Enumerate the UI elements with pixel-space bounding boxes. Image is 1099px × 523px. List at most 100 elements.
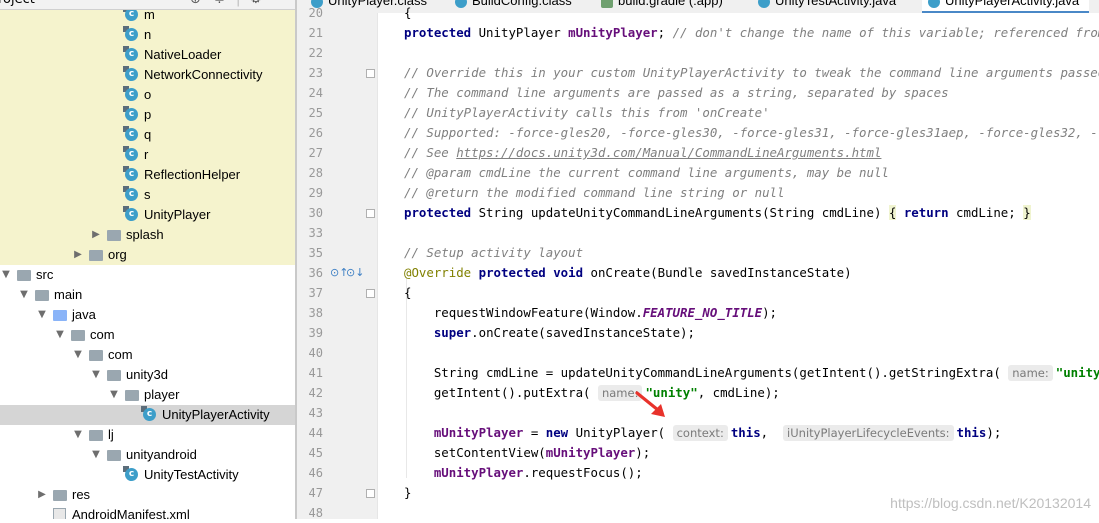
tree-item[interactable]: c UnityPlayer bbox=[0, 205, 296, 225]
tree-item-label: o bbox=[144, 87, 152, 102]
line-number: 37 bbox=[308, 286, 323, 300]
tree-item[interactable]: c UnityPlayerActivity bbox=[0, 405, 296, 425]
code-line[interactable]: // UnityPlayerActivity calls this from '… bbox=[404, 103, 770, 123]
class-icon: c bbox=[125, 168, 138, 181]
package-icon bbox=[107, 230, 121, 241]
tree-item[interactable]: ▼ unityandroid bbox=[0, 445, 296, 465]
code-line[interactable]: } bbox=[404, 483, 411, 503]
tree-item[interactable]: ▼ com bbox=[0, 345, 296, 365]
chevron-down-icon[interactable]: ▼ bbox=[19, 285, 29, 305]
code-line[interactable]: // @param cmdLine the current command li… bbox=[404, 163, 889, 183]
tree-item[interactable]: ▼ com bbox=[0, 325, 296, 345]
fold-marker-icon[interactable] bbox=[366, 69, 375, 78]
code-line[interactable]: { bbox=[404, 283, 411, 303]
tree-item[interactable]: ▼ java bbox=[0, 305, 296, 325]
line-number: 26 bbox=[308, 126, 323, 140]
code-line[interactable]: // @return the modified command line str… bbox=[404, 183, 784, 203]
tree-item-label: n bbox=[144, 27, 152, 42]
code-line[interactable]: String cmdLine = updateUnityCommandLineA… bbox=[404, 363, 1099, 383]
editor-tab-label: UnityTestActivity.java bbox=[775, 0, 897, 8]
tree-item[interactable]: ▼ unity3d bbox=[0, 365, 296, 385]
code-line[interactable]: // See https://docs.unity3d.com/Manual/C… bbox=[404, 143, 881, 163]
code-line[interactable]: setContentView(mUnityPlayer); bbox=[404, 443, 650, 463]
package-icon bbox=[89, 350, 103, 361]
fold-marker-icon[interactable] bbox=[366, 289, 375, 298]
chevron-down-icon[interactable]: ▼ bbox=[91, 445, 101, 465]
code-line[interactable]: { bbox=[404, 3, 411, 23]
tree-item[interactable]: c ReflectionHelper bbox=[0, 165, 296, 185]
class-icon: c bbox=[125, 28, 138, 41]
code-line[interactable]: protected String updateUnityCommandLineA… bbox=[404, 203, 1031, 223]
chevron-right-icon[interactable]: ▶ bbox=[91, 225, 101, 245]
chevron-right-icon[interactable]: ▶ bbox=[73, 245, 83, 265]
package-icon bbox=[71, 330, 85, 341]
tree-item[interactable]: cr bbox=[0, 145, 296, 165]
tree-item[interactable]: cp bbox=[0, 105, 296, 125]
tree-item[interactable]: c NativeLoader bbox=[0, 45, 296, 65]
editor-tab[interactable]: UnityPlayer.class bbox=[305, 0, 437, 11]
folder-icon bbox=[17, 270, 31, 281]
fold-marker-icon[interactable] bbox=[366, 489, 375, 498]
editor-tab-label: UnityPlayerActivity.java bbox=[945, 0, 1080, 8]
tree-item[interactable]: ▶ splash bbox=[0, 225, 296, 245]
line-number: 44 bbox=[308, 426, 323, 440]
chevron-down-icon[interactable]: ▼ bbox=[55, 325, 65, 345]
tree-item-label: unity3d bbox=[126, 367, 168, 382]
code-line[interactable]: // The command line arguments are passed… bbox=[404, 83, 949, 103]
tree-item[interactable]: co bbox=[0, 85, 296, 105]
watermark: https://blog.csdn.net/K20132014 bbox=[890, 495, 1091, 511]
tree-item[interactable]: cs bbox=[0, 185, 296, 205]
gutter-separator bbox=[377, 13, 378, 519]
package-icon bbox=[107, 370, 121, 381]
chevron-right-icon[interactable]: ▶ bbox=[37, 485, 47, 505]
tree-item[interactable]: c NetworkConnectivity bbox=[0, 65, 296, 85]
implemented-marker-icon[interactable]: ⊙↓ bbox=[346, 266, 364, 279]
line-number: 46 bbox=[308, 466, 323, 480]
code-line[interactable]: // Supported: -force-gles20, -force-gles… bbox=[404, 123, 1099, 143]
fold-marker-icon[interactable] bbox=[366, 209, 375, 218]
editor-tab[interactable]: UnityTestActivity.java bbox=[752, 0, 906, 11]
code-line[interactable]: getIntent().putExtra( name: "unity", cmdL… bbox=[404, 383, 780, 403]
tree-item[interactable]: ▼ src bbox=[0, 265, 296, 285]
chevron-down-icon[interactable]: ▼ bbox=[109, 385, 119, 405]
tree-item[interactable]: AndroidManifest.xml bbox=[0, 505, 296, 519]
tree-item-label: src bbox=[36, 267, 54, 282]
code-line[interactable]: // Override this in your custom UnityPla… bbox=[404, 63, 1099, 83]
divider-icon: | bbox=[236, 0, 240, 7]
project-panel-title[interactable]: roject bbox=[0, 0, 35, 7]
collapse-all-icon[interactable]: ≑ bbox=[214, 0, 225, 7]
locate-icon[interactable]: ⊕ bbox=[190, 0, 201, 7]
chevron-down-icon[interactable]: ▼ bbox=[1, 265, 11, 285]
editor-tab[interactable]: UnityPlayerActivity.java bbox=[922, 0, 1090, 14]
code-editor[interactable]: 20 21 22 23 24 25 26 27 28 29 30 33 35 36 ⊙↑ ⊙↓ 37 38 39 40… bbox=[297, 5, 1099, 520]
project-panel: c m c n c NativeLoader c NetworkConnectivity c o c… bbox=[0, 0, 296, 519]
tree-item[interactable]: c UnityTestActivity bbox=[0, 465, 296, 485]
editor-tab[interactable]: BuildConfig.class bbox=[449, 0, 582, 11]
class-icon: c bbox=[143, 408, 156, 421]
tree-item-label: java bbox=[72, 307, 96, 322]
code-line[interactable]: requestWindowFeature(Window.FEATURE_NO_T… bbox=[404, 303, 777, 323]
code-line[interactable]: mUnityPlayer.requestFocus(); bbox=[404, 463, 643, 483]
code-line[interactable]: super.onCreate(savedInstanceState); bbox=[404, 323, 695, 343]
code-line[interactable]: mUnityPlayer = new UnityPlayer( context:… bbox=[404, 423, 1001, 443]
tree-item[interactable]: ▼ player bbox=[0, 385, 296, 405]
tree-item[interactable]: ▶ org bbox=[0, 245, 296, 265]
code-line[interactable]: // Setup activity layout bbox=[404, 243, 583, 263]
chevron-down-icon[interactable]: ▼ bbox=[73, 345, 83, 365]
chevron-down-icon[interactable]: ▼ bbox=[73, 425, 83, 445]
tree-item-label: s bbox=[144, 187, 151, 202]
editor-tab[interactable]: build.gradle (:app) bbox=[595, 0, 733, 11]
tree-item[interactable]: cn bbox=[0, 25, 296, 45]
gear-icon[interactable]: ⚙ bbox=[250, 0, 262, 7]
tree-item[interactable]: ▼ lj bbox=[0, 425, 296, 445]
class-icon bbox=[758, 0, 770, 8]
code-line[interactable]: protected UnityPlayer mUnityPlayer; // d… bbox=[404, 23, 1099, 43]
folder-icon bbox=[53, 310, 67, 321]
code-line[interactable]: @Override protected void onCreate(Bundle… bbox=[404, 263, 852, 283]
tree-item[interactable]: ▶ res bbox=[0, 485, 296, 505]
tree-item[interactable]: ▼ main bbox=[0, 285, 296, 305]
hide-panel-icon[interactable]: – bbox=[274, 0, 281, 7]
chevron-down-icon[interactable]: ▼ bbox=[37, 305, 47, 325]
tree-item[interactable]: cq bbox=[0, 125, 296, 145]
chevron-down-icon[interactable]: ▼ bbox=[91, 365, 101, 385]
